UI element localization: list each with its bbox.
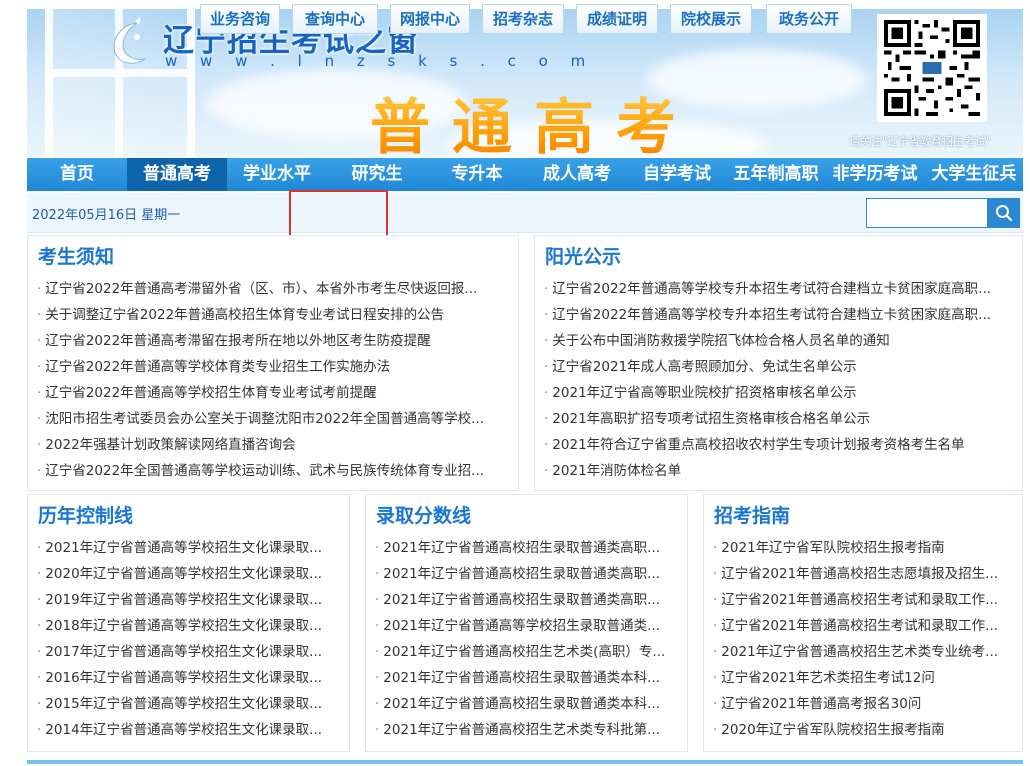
search-button[interactable] [988,198,1020,228]
list-item[interactable]: · 辽宁省2022年普通高等学校专升本招生考试符合建档立卡贫困家庭高职... [544,276,1012,302]
list-item[interactable]: · 2019年辽宁省普通高等学校招生文化课录取... [37,587,339,613]
current-date: 2022年05月16日 星期一 [32,208,181,223]
list-item[interactable]: · 2021年高职扩招专项考试招生资格审核合格名单公示 [544,406,1012,432]
panel-title: 历年控制线 [38,505,134,527]
list-item[interactable]: · 辽宁省2021年普通高校招生考试和录取工作... [713,613,1012,639]
list-item[interactable]: · 2021年辽宁省普通高校招生艺术类(高职）专... [375,639,677,665]
list-item[interactable]: · 2021年消防体检名单 [544,458,1012,484]
list-item[interactable]: · 沈阳市招生考试委员会办公室关于调整沈阳市2022年全国普通高等学校... [37,406,508,432]
panel-control-line: 历年控制线 · 2021年辽宁省普通高等学校招生文化课录取... · 2020年辽宁… [27,494,350,752]
panel-admission-score: 录取分数线 · 2021年辽宁省普通高校招生录取普通类高职... · 2021年辽宁… [365,494,688,752]
nav-item-enlistment[interactable]: 大学生征兵 [925,158,1023,191]
list-item[interactable]: · 2022年强基计划政策解读网络直播咨询会 [37,432,508,458]
online-registration-button[interactable]: 网报中心 [390,4,470,34]
list-item[interactable]: · 2014年辽宁省普通高等学校招生文化课录取... [37,717,339,743]
news-list: · 2021年辽宁省普通高等学校招生文化课录取... · 2020年辽宁省普通高等学… [37,535,339,743]
nav-item-graduate[interactable]: 研究生 [327,158,427,191]
main-nav: 首页 普通高考 学业水平 研究生 专升本 成人高考 自学考试 五年制高职 非学历… [27,158,1023,191]
list-item[interactable]: · 2020年辽宁省军队院校招生报考指南 [713,717,1012,743]
list-item[interactable]: · 2021年辽宁省普通高等学校招生录取普通类... [375,613,677,639]
list-item[interactable]: · 辽宁省2021年成人高考照顾加分、免试生名单公示 [544,354,1012,380]
school-showcase-button[interactable]: 院校展示 [670,4,752,34]
nav-item-home[interactable]: 首页 [27,158,127,191]
nav-item-academic-level[interactable]: 学业水平 [227,158,327,191]
site-url: w w w . l n z s k s . c o m [165,52,595,70]
news-list: · 辽宁省2022年普通高考滞留外省（区、市）、本省外市考生尽快返回报... · 关… [37,276,508,484]
list-item[interactable]: · 2021年辽宁省军队院校招生报考指南 [713,535,1012,561]
nav-item-self-study[interactable]: 自学考试 [627,158,727,191]
panel-exam-guide: 招考指南 · 2021年辽宁省军队院校招生报考指南 · 辽宁省2021年普通高校招生… [703,494,1023,752]
list-item[interactable]: · 关于公布中国消防救援学院招飞体检合格人员名单的通知 [544,328,1012,354]
panel-title: 阳光公示 [545,246,622,268]
list-item[interactable]: · 辽宁省2022年普通高考滞留在报考所在地以外地区考生防疫提醒 [37,328,508,354]
list-item[interactable]: · 2021年辽宁省普通高校招生录取普通类高职... [375,587,677,613]
consult-button[interactable]: 业务咨询 [200,4,280,34]
list-item[interactable]: · 2021年辽宁省普通高校招生录取普通类高职... [375,561,677,587]
qr-code-icon [884,20,980,116]
list-item[interactable]: · 2021年辽宁省普通高校招生艺术类专业统考... [713,639,1012,665]
list-item[interactable]: · 辽宁省2022年普通高等学校招生体育专业考试考前提醒 [37,380,508,406]
nav-item-upgrade[interactable]: 专升本 [427,158,527,191]
list-item[interactable]: · 2020年辽宁省普通高等学校招生文化课录取... [37,561,339,587]
list-item[interactable]: · 辽宁省2021年艺术类招生考试12问 [713,665,1012,691]
list-item[interactable]: · 辽宁省2022年普通高等学校体育类专业招生工作实施办法 [37,354,508,380]
list-item[interactable]: · 2021年辽宁省高等职业院校扩招资格审核名单公示 [544,380,1012,406]
query-center-button[interactable]: 查询中心 [292,4,378,34]
list-item[interactable]: · 2021年辽宁省普通高校招生艺术类专科批第... [375,717,677,743]
list-item[interactable]: · 2021年辽宁省普通高等学校招生文化课录取... [37,535,339,561]
panel-title: 招考指南 [714,505,791,527]
nav-item-five-year[interactable]: 五年制高职 [727,158,825,191]
list-item[interactable]: · 2017年辽宁省普通高等学校招生文化课录取... [37,639,339,665]
list-item[interactable]: · 辽宁省2021年普通高校招生考试和录取工作... [713,587,1012,613]
footer-divider [27,760,1023,764]
news-list: · 2021年辽宁省军队院校招生报考指南 · 辽宁省2021年普通高校招生志愿填报及… [713,535,1012,743]
nav-item-adult-exam[interactable]: 成人高考 [527,158,627,191]
news-list: · 2021年辽宁省普通高校招生录取普通类高职... · 2021年辽宁省普通高校招… [375,535,677,743]
list-item[interactable]: · 2018年辽宁省普通高等学校招生文化课录取... [37,613,339,639]
site-logo-icon [113,17,146,64]
list-item[interactable]: · 辽宁省2022年普通高等学校专升本招生考试符合建档立卡贫困家庭高职... [544,302,1012,328]
list-item[interactable]: · 辽宁省2022年普通高考滞留外省（区、市）、本省外市考生尽快返回报... [37,276,508,302]
list-item[interactable]: · 关于调整辽宁省2022年普通高校招生体育专业考试日程安排的公告 [37,302,508,328]
list-item[interactable]: · 2021年符合辽宁省重点高校招收农村学生专项计划报考资格考生名单 [544,432,1012,458]
panel-title: 考生须知 [38,246,115,268]
list-item[interactable]: · 辽宁省2021年普通高校招生志愿填报及招生... [713,561,1012,587]
qr-caption: 请关注"辽宁省教育招生考试" [849,135,992,148]
panel-title: 录取分数线 [376,505,472,527]
list-item[interactable]: · 2021年辽宁省普通高校招生录取普通类本科... [375,665,677,691]
news-list: · 辽宁省2022年普通高等学校专升本招生考试符合建档立卡贫困家庭高职... · 辽… [544,276,1012,484]
section-big-title: 普通高考 [370,79,698,157]
nav-item-gaokao[interactable]: 普通高考 [127,158,227,191]
list-item[interactable]: · 2021年辽宁省普通高校招生录取普通类本科... [375,691,677,717]
government-affairs-button[interactable]: 政务公开 [766,4,852,34]
search-icon [996,205,1013,222]
list-item[interactable]: · 2015年辽宁省普通高等学校招生文化课录取... [37,691,339,717]
list-item[interactable]: · 2021年辽宁省普通高校招生录取普通类高职... [375,535,677,561]
panel-sunshine-publicity: 阳光公示 · 辽宁省2022年普通高等学校专升本招生考试符合建档立卡贫困家庭高职.… [534,235,1023,491]
list-item[interactable]: · 2016年辽宁省普通高等学校招生文化课录取... [37,665,339,691]
panel-exam-notice: 考生须知 · 辽宁省2022年普通高考滞留外省（区、市）、本省外市考生尽快返回报.… [27,235,519,491]
magazine-button[interactable]: 招考杂志 [482,4,564,34]
qr-code [877,14,987,122]
list-item[interactable]: · 辽宁省2021年普通高考报名30问 [713,691,1012,717]
search-input[interactable] [866,198,988,228]
list-item[interactable]: · 辽宁省2022年全国普通高等学校运动训练、武术与民族传统体育专业招... [37,458,508,484]
score-certificate-button[interactable]: 成绩证明 [576,4,658,34]
nav-item-non-degree[interactable]: 非学历考试 [825,158,925,191]
